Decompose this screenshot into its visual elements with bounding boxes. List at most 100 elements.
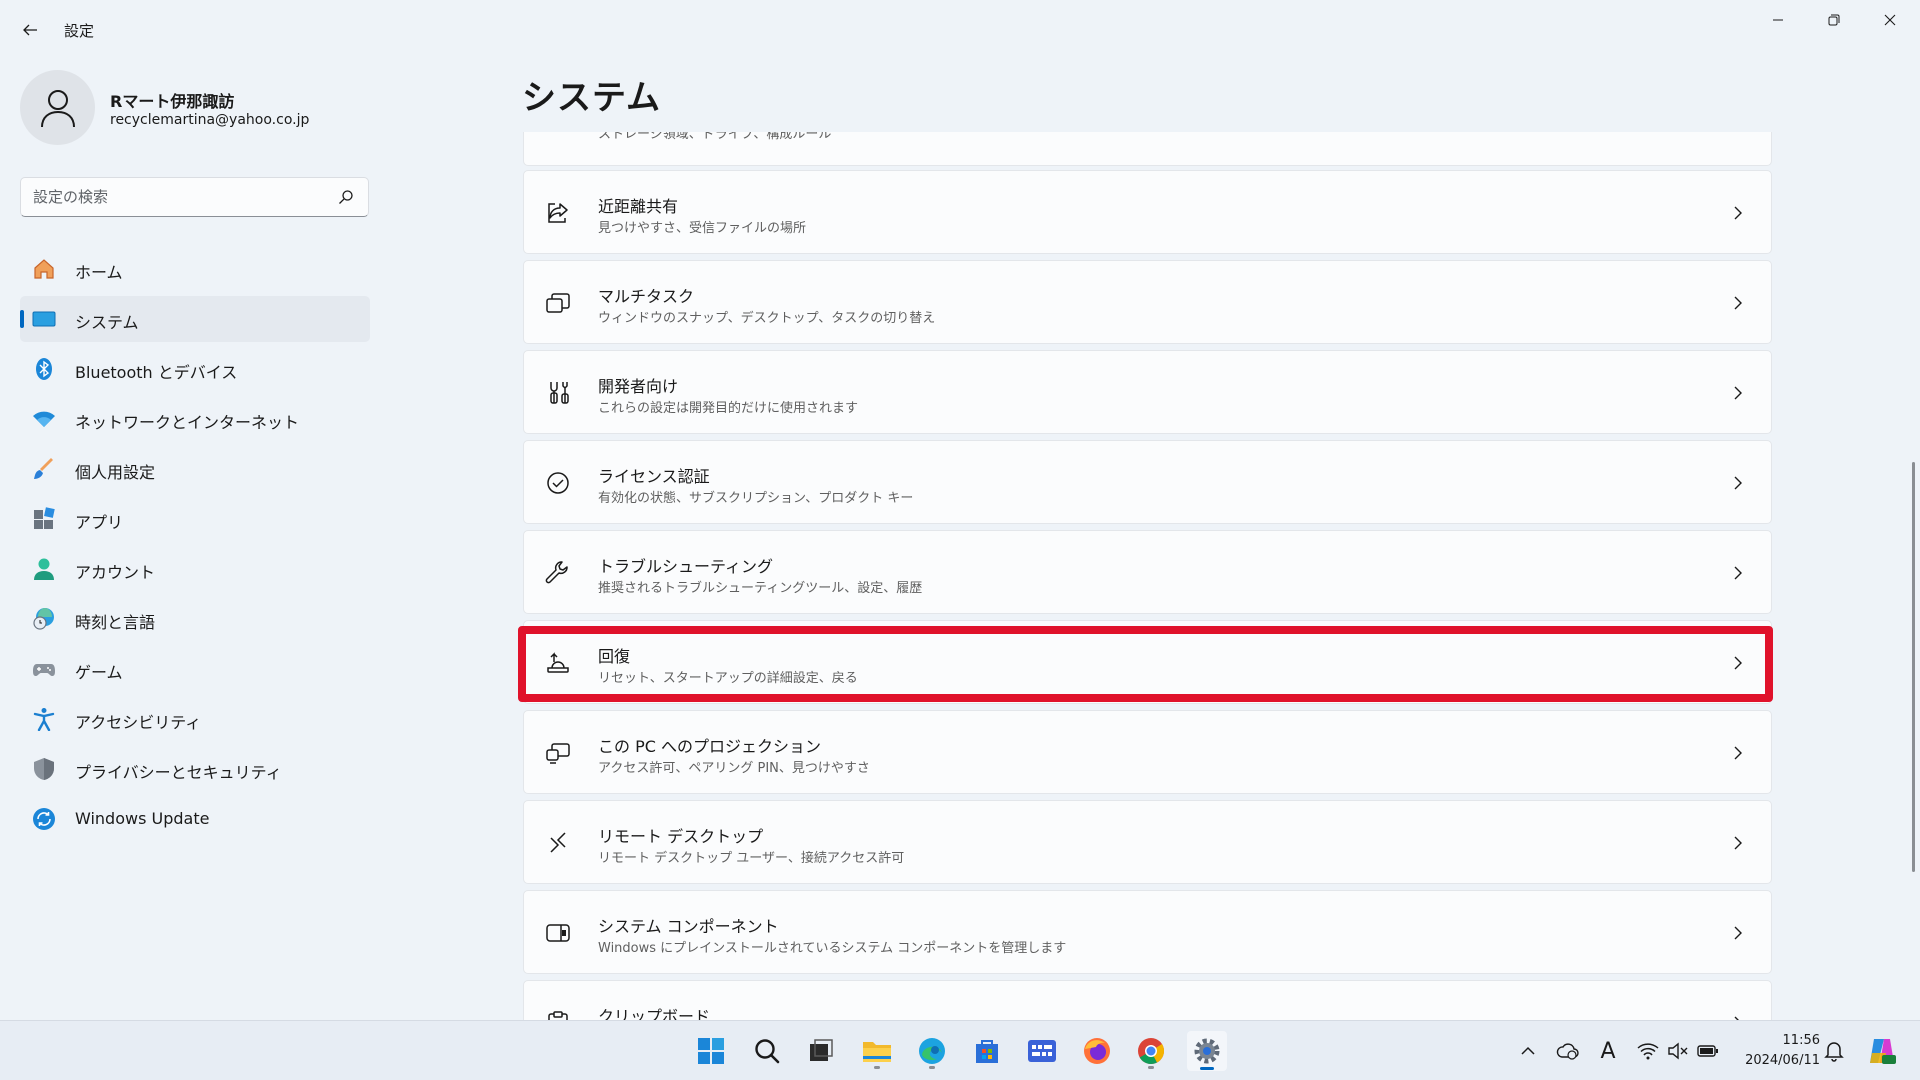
settings-window: 設定 Rマート伊那諏訪 recyclemartina@yahoo.co.jp ホ… — [0, 0, 1920, 1020]
gamepad-icon — [32, 657, 56, 681]
wifi-icon — [1637, 1043, 1659, 1060]
chevron-right-icon — [1734, 476, 1742, 490]
clock-time: 11:56 — [1782, 1033, 1820, 1048]
bluetooth-icon — [32, 357, 56, 381]
check-circle-icon — [544, 469, 572, 497]
chevron-right-icon — [1734, 206, 1742, 220]
sidebar-item-personalization[interactable]: 個人用設定 — [20, 446, 370, 492]
chrome-icon — [1138, 1038, 1165, 1064]
start-button[interactable] — [691, 1031, 731, 1071]
settings-row-clipboard[interactable]: クリップボード — [523, 980, 1772, 1020]
settings-row-system-components[interactable]: システム コンポーネント Windows にプレインストールされているシステム … — [523, 890, 1772, 974]
running-indicator — [929, 1066, 935, 1069]
sidebar-item-apps[interactable]: アプリ — [20, 496, 370, 542]
minimize-button[interactable] — [1750, 0, 1806, 40]
sidebar-item-network[interactable]: ネットワークとインターネット — [20, 396, 370, 442]
close-icon — [1884, 14, 1896, 26]
volume-tray-button[interactable] — [1666, 1039, 1690, 1063]
chevron-right-icon — [1734, 836, 1742, 850]
user-email: recyclemartina@yahoo.co.jp — [110, 112, 310, 128]
avatar[interactable] — [20, 70, 95, 145]
start-icon — [698, 1038, 724, 1064]
sidebar-item-privacy-security[interactable]: プライバシーとセキュリティ — [20, 746, 370, 792]
apps-icon — [32, 507, 56, 531]
maximize-icon — [1828, 14, 1840, 26]
user-name: Rマート伊那諏訪 — [110, 92, 235, 111]
settings-row-for-developers[interactable]: 開発者向け これらの設定は開発目的だけに使用されます — [523, 350, 1772, 434]
running-indicator — [1148, 1066, 1154, 1069]
globe-clock-icon — [32, 607, 56, 631]
task-view-button[interactable] — [801, 1031, 841, 1071]
taskbar: A 11:56 2024/06/11 — [0, 1020, 1920, 1080]
onedrive-icon — [1556, 1043, 1579, 1060]
back-button[interactable] — [14, 14, 46, 46]
title-bar: 設定 — [0, 0, 1920, 60]
account-icon — [32, 557, 56, 581]
taskbar-file-explorer[interactable] — [857, 1031, 897, 1071]
chevron-right-icon — [1734, 566, 1742, 580]
taskbar-edge[interactable] — [912, 1031, 952, 1071]
network-tray-button[interactable] — [1636, 1039, 1660, 1063]
components-icon — [544, 919, 572, 947]
sidebar-item-system[interactable]: システム — [20, 296, 370, 342]
wifi-icon — [32, 407, 56, 431]
taskbar-clock[interactable]: 11:56 2024/06/11 — [1730, 1031, 1820, 1071]
taskbar-widgets-app[interactable] — [1022, 1031, 1062, 1071]
settings-row-troubleshoot[interactable]: トラブルシューティング 推奨されるトラブルシューティングツール、設定、履歴 — [523, 530, 1772, 614]
remote-desktop-icon — [544, 829, 572, 857]
firefox-icon — [1084, 1038, 1110, 1064]
settings-search-box[interactable] — [20, 177, 369, 217]
scrollbar[interactable] — [1912, 462, 1915, 872]
sidebar-item-time-language[interactable]: 時刻と言語 — [20, 596, 370, 642]
edge-icon — [919, 1038, 945, 1064]
settings-row-activation[interactable]: ライセンス認証 有効化の状態、サブスクリプション、プロダクト キー — [523, 440, 1772, 524]
sidebar-item-windows-update[interactable]: Windows Update — [20, 796, 370, 842]
sidebar-item-accounts[interactable]: アカウント — [20, 546, 370, 592]
system-monitor-icon — [32, 307, 56, 331]
update-icon — [32, 807, 56, 831]
close-button[interactable] — [1862, 0, 1918, 40]
sidebar-nav: ホーム システム Bluetooth とデバイス ネットワークとインターネット … — [20, 246, 370, 846]
taskbar-search-button[interactable] — [747, 1031, 787, 1071]
chevron-right-icon — [1734, 386, 1742, 400]
taskbar-store[interactable] — [967, 1031, 1007, 1071]
wrench-icon — [544, 559, 572, 587]
taskbar-firefox[interactable] — [1077, 1031, 1117, 1071]
taskbar-chrome[interactable] — [1131, 1031, 1171, 1071]
settings-row-recovery[interactable]: 回復 リセット、スタートアップの詳細設定、戻る — [523, 620, 1772, 704]
sidebar-item-gaming[interactable]: ゲーム — [20, 646, 370, 692]
shield-icon — [32, 757, 56, 781]
notification-icon — [1824, 1042, 1844, 1062]
taskbar-settings[interactable] — [1187, 1031, 1227, 1071]
person-icon — [40, 89, 75, 127]
show-hidden-icons-button[interactable] — [1516, 1039, 1540, 1063]
arrow-left-icon — [23, 24, 37, 36]
developer-tools-icon — [544, 379, 572, 407]
running-indicator — [874, 1066, 880, 1069]
chevron-right-icon — [1734, 656, 1742, 670]
ime-indicator[interactable]: A — [1596, 1039, 1620, 1064]
battery-tray-button[interactable] — [1696, 1039, 1720, 1063]
search-icon[interactable] — [338, 189, 354, 205]
clipboard-icon — [544, 1009, 572, 1020]
sidebar-item-home[interactable]: ホーム — [20, 246, 370, 292]
active-indicator — [1200, 1067, 1214, 1070]
settings-row-multitasking[interactable]: マルチタスク ウィンドウのスナップ、デスクトップ、タスクの切り替え — [523, 260, 1772, 344]
sidebar-item-accessibility[interactable]: アクセシビリティ — [20, 696, 370, 742]
maximize-button[interactable] — [1806, 0, 1862, 40]
projection-icon — [544, 739, 572, 767]
multitask-icon — [544, 289, 572, 317]
recovery-icon — [544, 649, 572, 677]
widgets-app-icon — [1028, 1040, 1056, 1062]
settings-row-nearby-sharing[interactable]: 近距離共有 見つけやすさ、受信ファイルの場所 — [523, 170, 1772, 254]
user-profile[interactable]: Rマート伊那諏訪 recyclemartina@yahoo.co.jp — [20, 70, 360, 146]
sidebar-item-bluetooth[interactable]: Bluetooth とデバイス — [20, 346, 370, 392]
settings-row-storage-partial[interactable]: ストレージ領域、ドライブ、構成ルール — [523, 132, 1772, 166]
settings-row-projecting[interactable]: この PC へのプロジェクション アクセス許可、ペアリング PIN、見つけやすさ — [523, 710, 1772, 794]
notification-button[interactable] — [1822, 1039, 1846, 1063]
accessibility-icon — [32, 707, 56, 731]
copilot-button[interactable] — [1866, 1035, 1898, 1067]
search-input[interactable] — [33, 178, 323, 216]
settings-row-remote-desktop[interactable]: リモート デスクトップ リモート デスクトップ ユーザー、接続アクセス許可 — [523, 800, 1772, 884]
onedrive-tray-button[interactable] — [1556, 1039, 1580, 1063]
